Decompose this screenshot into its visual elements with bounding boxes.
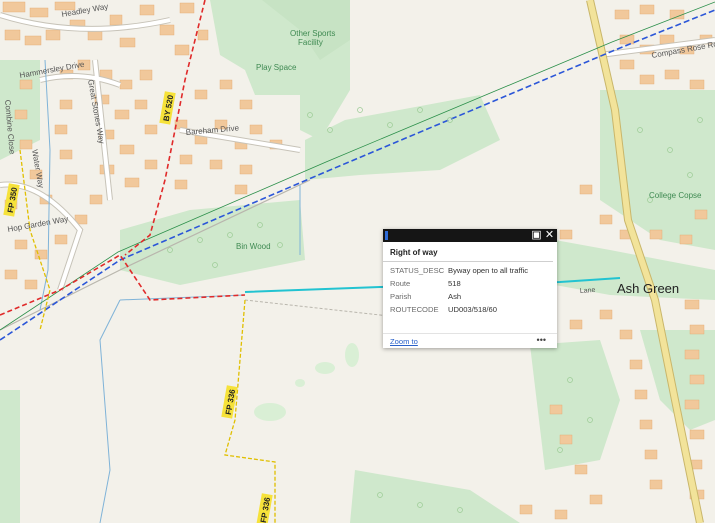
- close-icon[interactable]: ✕: [543, 229, 556, 242]
- popup-title: Right of way: [383, 242, 553, 262]
- label-bin-wood: Bin Wood: [236, 242, 271, 251]
- attribute-value: Byway open to all traffic: [448, 266, 529, 275]
- more-options-icon[interactable]: •••: [537, 335, 546, 345]
- popup-footer: Zoom to •••: [383, 333, 557, 348]
- maximize-icon[interactable]: ▣: [530, 229, 543, 242]
- label-play-space: Play Space: [256, 63, 297, 72]
- attribute-key: STATUS_DESC: [390, 266, 445, 275]
- attribute-key: Route: [390, 279, 411, 288]
- attribute-row: Route 518: [390, 279, 557, 288]
- label-other-sports-2: Facility: [298, 38, 323, 47]
- label-ash-green: Ash Green: [617, 281, 679, 296]
- attribute-row: ROUTECODE UD003/518/60: [390, 305, 557, 314]
- attribute-value: Ash: [448, 292, 462, 301]
- attribute-key: Parish: [390, 292, 412, 301]
- label-other-sports-1: Other Sports: [290, 29, 335, 38]
- zoom-to-link[interactable]: Zoom to: [390, 337, 418, 346]
- attribute-row: STATUS_DESC Byway open to all traffic: [390, 266, 557, 275]
- map-canvas[interactable]: Headley Way Hammersley Drive Great Stone…: [0, 0, 715, 523]
- attribute-key: ROUTECODE: [390, 305, 439, 314]
- drag-handle-icon[interactable]: [385, 231, 388, 240]
- attribute-value: UD003/518/60: [448, 305, 497, 314]
- attribute-row: Parish Ash: [390, 292, 557, 301]
- popup-header[interactable]: ▣ ✕: [383, 229, 557, 242]
- attribute-value: 518: [448, 279, 461, 288]
- label-lane: Lane: [580, 287, 596, 295]
- label-college-copse: College Copse: [649, 191, 702, 200]
- popup-attributes: STATUS_DESC Byway open to all traffic Ro…: [383, 266, 557, 314]
- feature-popup: ▣ ✕ Right of way STATUS_DESC Byway open …: [383, 229, 557, 348]
